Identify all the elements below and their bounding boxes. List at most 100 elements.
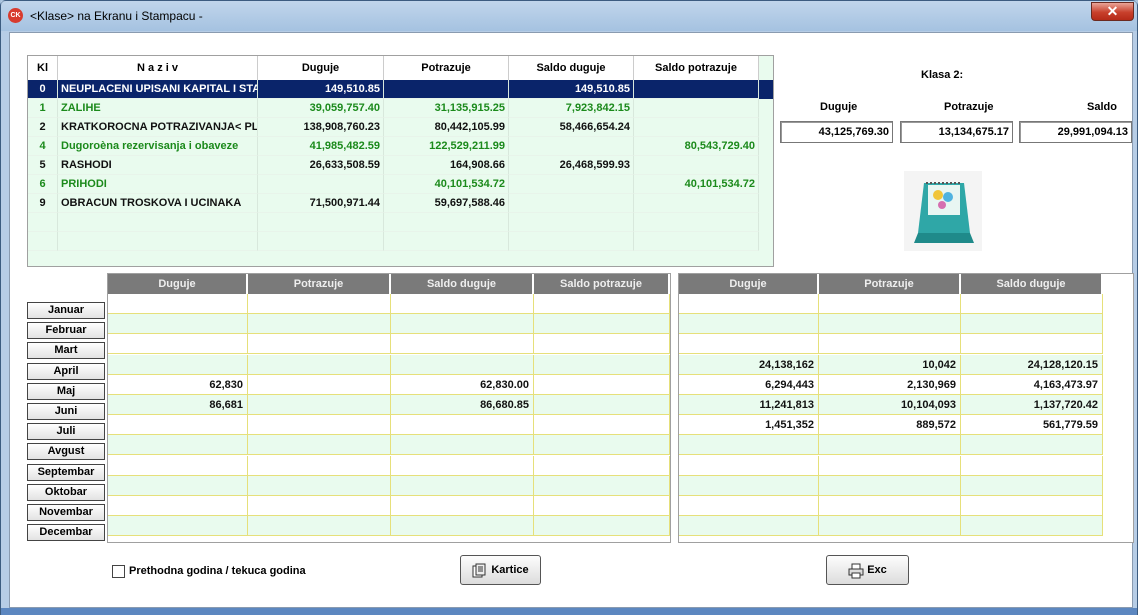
prev_year_grid-cell[interactable] [108, 475, 248, 496]
klase-row[interactable]: 4 Dugoroèna rezervisanja i obaveze 41,985,… [28, 137, 773, 156]
klase-header-4[interactable]: Saldo duguje [509, 56, 634, 80]
month-button-7[interactable]: Avgust [27, 443, 105, 461]
curr_year_grid-cell[interactable] [961, 334, 1103, 355]
prev_year_grid-cell[interactable]: 62,830.00 [391, 374, 534, 395]
prev_year_grid-cell[interactable] [248, 516, 391, 537]
month-button-1[interactable]: Februar [27, 322, 105, 340]
curr_year_grid-cell[interactable] [819, 455, 961, 476]
curr_year_grid-cell[interactable] [961, 294, 1103, 314]
kartice-button[interactable]: Kartice [460, 555, 541, 585]
prev_year_grid-cell[interactable] [108, 294, 248, 314]
curr_year_grid-cell[interactable] [679, 334, 819, 355]
prev_year_grid-cell[interactable] [248, 314, 391, 335]
klase-row[interactable] [28, 213, 773, 232]
curr_year_grid-cell[interactable] [679, 435, 819, 456]
month-button-6[interactable]: Juli [27, 423, 105, 441]
curr_year_grid-cell[interactable] [819, 435, 961, 456]
klase-header-5[interactable]: Saldo potrazuje [634, 56, 759, 80]
curr_year_grid-cell[interactable] [961, 496, 1103, 516]
prev_year_grid-cell[interactable] [534, 374, 670, 395]
prev_year_grid-cell[interactable] [534, 294, 670, 314]
prev_year_grid-header-0[interactable]: Duguje [108, 274, 248, 294]
klase-table[interactable]: Kl N a z i v Duguje Potrazuje Saldo duguje Sa… [27, 55, 774, 267]
klase-row[interactable]: 2 KRATKOROCNA POTRAZIVANJA< PL 138,908,760… [28, 118, 773, 137]
curr_year_grid-header-1[interactable]: Potrazuje [819, 274, 961, 294]
curr_year_grid-cell[interactable] [819, 516, 961, 537]
prev_year_grid-cell[interactable] [248, 435, 391, 456]
curr_year_grid-cell[interactable] [961, 475, 1103, 496]
prev_year_grid-cell[interactable]: 62,830 [108, 374, 248, 395]
curr_year_grid-header-2[interactable]: Saldo duguje [961, 274, 1103, 294]
prev_year_grid-cell[interactable] [108, 354, 248, 375]
prev_year_grid-cell[interactable] [248, 354, 391, 375]
curr_year_grid-cell[interactable] [819, 294, 961, 314]
prev_year_grid-cell[interactable] [391, 415, 534, 436]
curr_year_grid-cell[interactable]: 1,137,720.42 [961, 395, 1103, 415]
prev_year_grid-cell[interactable] [391, 334, 534, 355]
curr_year_grid-cell[interactable] [679, 314, 819, 335]
prev_year_grid-cell[interactable] [534, 516, 670, 537]
curr_year_grid-cell[interactable] [961, 455, 1103, 476]
curr_year_grid-cell[interactable]: 10,104,093 [819, 395, 961, 415]
month-button-0[interactable]: Januar [27, 302, 105, 319]
prev_year_grid-cell[interactable] [534, 475, 670, 496]
prev_year_grid-cell[interactable] [108, 415, 248, 436]
prev_year_grid-cell[interactable] [248, 334, 391, 355]
prev_year_grid-cell[interactable] [391, 354, 534, 375]
klase-header-1[interactable]: N a z i v [58, 56, 258, 80]
prev_year_grid-cell[interactable] [534, 395, 670, 415]
prev_year_grid-header-3[interactable]: Saldo potrazuje [534, 274, 670, 294]
prev_year_grid-cell[interactable] [391, 455, 534, 476]
curr-year-grid[interactable]: Duguje Potrazuje Saldo duguje 24,138,162 10,… [678, 273, 1134, 543]
month-button-9[interactable]: Oktobar [27, 483, 105, 501]
prev_year_grid-cell[interactable]: 86,681 [108, 395, 248, 415]
klase-row[interactable]: 5 RASHODI 26,633,508.59 164,908.66 26,468,59… [28, 156, 773, 175]
curr_year_grid-cell[interactable] [961, 516, 1103, 537]
curr_year_grid-cell[interactable]: 11,241,813 [679, 395, 819, 415]
klase-header-3[interactable]: Potrazuje [384, 56, 509, 80]
month-button-2[interactable]: Mart [27, 342, 105, 360]
curr_year_grid-header-0[interactable]: Duguje [679, 274, 819, 294]
curr_year_grid-cell[interactable]: 2,130,969 [819, 374, 961, 395]
curr_year_grid-cell[interactable]: 24,128,120.15 [961, 354, 1103, 375]
prev_year_grid-cell[interactable] [248, 415, 391, 436]
klase-row[interactable]: 9 OBRACUN TROSKOVA I UCINAKA 71,500,971.44… [28, 194, 773, 213]
month-button-4[interactable]: Maj [27, 382, 105, 400]
prev_year_grid-cell[interactable] [108, 496, 248, 516]
prev_year_grid-cell[interactable] [534, 354, 670, 375]
prev_year_grid-cell[interactable] [391, 314, 534, 335]
month-button-8[interactable]: Septembar [27, 463, 105, 481]
curr_year_grid-cell[interactable] [961, 435, 1103, 456]
prev_year_grid-cell[interactable] [534, 455, 670, 476]
prev_year_grid-cell[interactable] [391, 516, 534, 537]
prev_year_grid-cell[interactable] [248, 374, 391, 395]
curr_year_grid-cell[interactable]: 6,294,443 [679, 374, 819, 395]
curr_year_grid-cell[interactable] [679, 294, 819, 314]
prev_year_grid-cell[interactable] [391, 496, 534, 516]
prev_year_grid-cell[interactable] [248, 475, 391, 496]
month-button-11[interactable]: Decembar [27, 524, 105, 542]
klase-header-0[interactable]: Kl [28, 56, 58, 80]
curr_year_grid-cell[interactable] [679, 516, 819, 537]
klase-row[interactable]: 6 PRIHODI 40,101,534.72 40,101,534.72 [28, 175, 773, 194]
prev_year_grid-cell[interactable] [248, 294, 391, 314]
curr_year_grid-cell[interactable] [961, 314, 1103, 335]
prev_year_grid-cell[interactable] [248, 395, 391, 415]
prev_year_grid-cell[interactable] [534, 334, 670, 355]
prev_year_grid-cell[interactable] [391, 435, 534, 456]
curr_year_grid-cell[interactable]: 4,163,473.97 [961, 374, 1103, 395]
klase-row[interactable]: 1 ZALIHE 39,059,757.40 31,135,915.25 7,923,8… [28, 99, 773, 118]
prev_year_grid-cell[interactable] [108, 455, 248, 476]
curr_year_grid-cell[interactable]: 889,572 [819, 415, 961, 436]
prev_year_grid-cell[interactable] [534, 496, 670, 516]
curr_year_grid-cell[interactable] [819, 475, 961, 496]
klase-row[interactable]: 0 NEUPLACENI UPISANI KAPITAL I STA 149,510… [28, 80, 773, 99]
prev-year-grid[interactable]: Duguje Potrazuje Saldo duguje Saldo potrazu… [107, 273, 671, 543]
prev_year_grid-header-2[interactable]: Saldo duguje [391, 274, 534, 294]
prev_year_grid-cell[interactable] [391, 475, 534, 496]
curr_year_grid-cell[interactable]: 1,451,352 [679, 415, 819, 436]
exc-button[interactable]: Exc [826, 555, 909, 585]
prev_year_grid-cell[interactable] [108, 435, 248, 456]
prev_year_grid-cell[interactable]: 86,680.85 [391, 395, 534, 415]
title-bar[interactable]: CK <Klase> na Ekranu i Stampacu - ✕ [1, 1, 1137, 31]
